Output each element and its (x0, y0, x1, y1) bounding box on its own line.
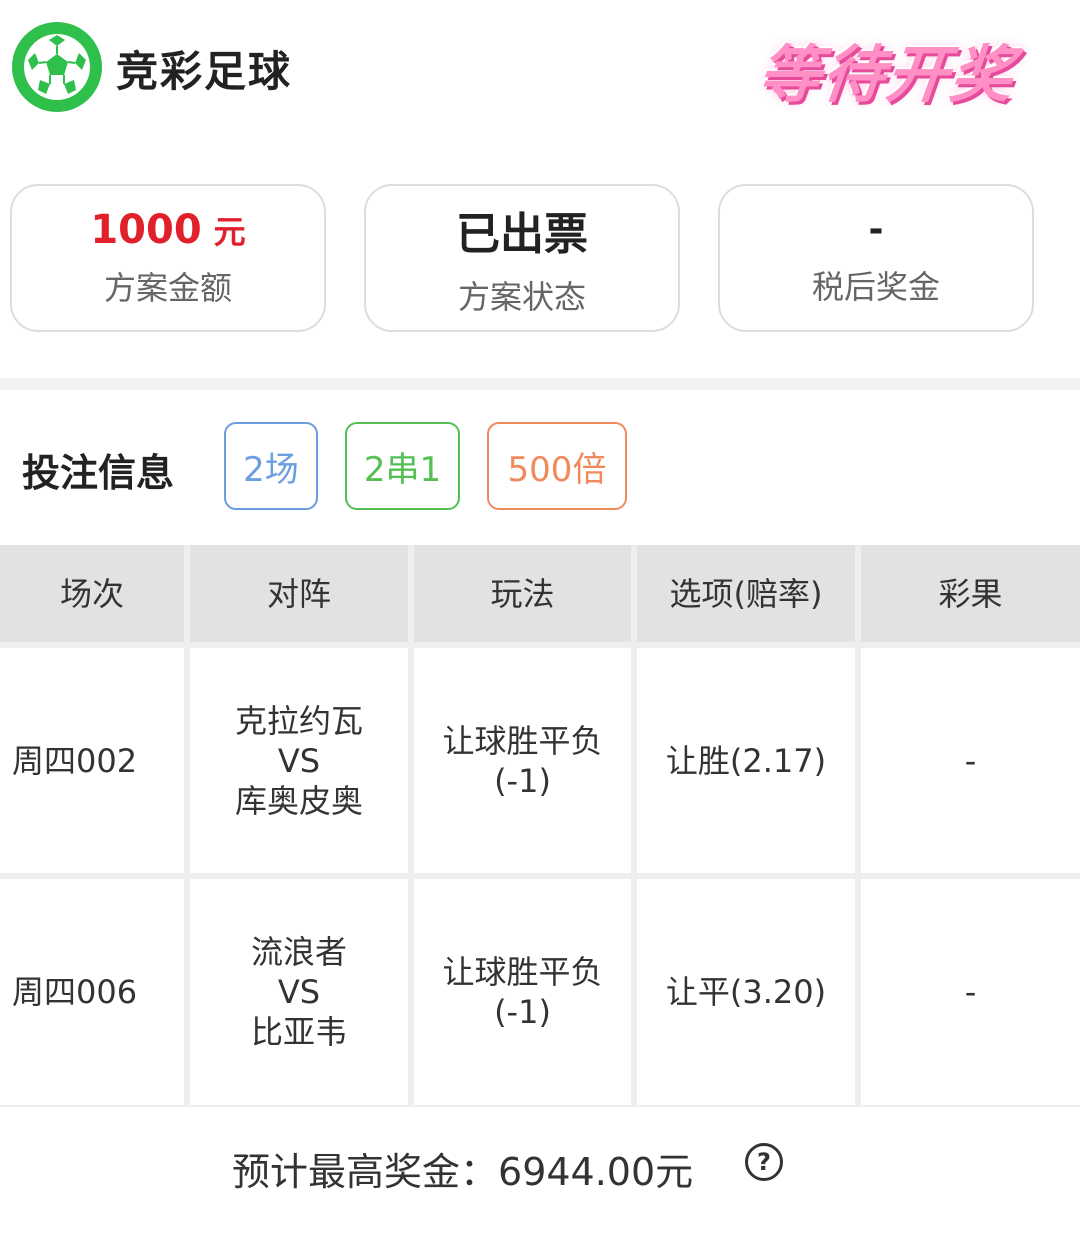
section-divider (0, 378, 1080, 390)
vs-label: VS (277, 973, 321, 1011)
table-row-result: - (861, 648, 1080, 873)
bet-table: 场次 对阵 玩法 选项(赔率) 彩果 周四002 克拉约瓦 VS 库奥皮奥 让球… (0, 545, 1080, 1105)
handicap: (-1) (494, 993, 551, 1031)
header-option: 选项(赔率) (637, 545, 855, 642)
max-prize-label: 预计最高奖金： (232, 1150, 499, 1194)
amount-unit: 元 (213, 213, 246, 251)
amount-number: 1000 (90, 207, 202, 253)
header-result: 彩果 (861, 545, 1080, 642)
prize-card: - 税后奖金 (718, 184, 1034, 332)
prize-value: - (868, 209, 884, 250)
bet-info-section: 投注信息 2场 2串1 500倍 (0, 420, 1080, 510)
table-row-matchup: 克拉约瓦 VS 库奥皮奥 (190, 648, 408, 873)
bet-info-title: 投注信息 (22, 451, 175, 495)
header: 竞彩足球 等待开奖 (0, 0, 1080, 140)
status-stamp: 等待开奖 (754, 38, 1019, 111)
max-prize: 预计最高奖金： 6944.00元 (232, 1141, 693, 1196)
table-row-match-no: 周四006 (0, 879, 184, 1105)
vs-label: VS (277, 741, 321, 780)
table-row-result: - (861, 879, 1080, 1105)
home-team: 克拉约瓦 (234, 701, 363, 740)
matches-tag: 2场 (224, 422, 318, 510)
prize-label: 税后奖金 (811, 268, 940, 306)
help-icon[interactable]: ? (745, 1143, 783, 1181)
away-team: 库奥皮奥 (234, 781, 363, 820)
table-row-option: 让平(3.20) (637, 879, 855, 1105)
header-matchup: 对阵 (190, 545, 408, 642)
handicap: (-1) (494, 761, 551, 800)
status-card: 已出票 方案状态 (364, 184, 680, 332)
soccer-ball-icon (12, 22, 102, 112)
table-row-option: 让胜(2.17) (637, 648, 855, 873)
amount-value: 1000 元 (90, 207, 245, 253)
summary-cards: 1000 元 方案金额 已出票 方案状态 - 税后奖金 (0, 184, 1080, 332)
table-row-play: 让球胜平负 (-1) (414, 879, 631, 1105)
max-prize-amount: 6944.00元 (498, 1150, 694, 1194)
table-row-matchup: 流浪者 VS 比亚韦 (190, 879, 408, 1105)
home-team: 流浪者 (250, 933, 347, 971)
amount-label: 方案金额 (103, 269, 232, 307)
app-title: 竞彩足球 (116, 47, 293, 96)
table-row-play: 让球胜平负 (-1) (414, 648, 631, 873)
amount-card: 1000 元 方案金额 (10, 184, 326, 332)
multiple-tag: 500倍 (487, 422, 627, 510)
header-match-no: 场次 (0, 545, 184, 642)
footer: 预计最高奖金： 6944.00元 ? (0, 1105, 1080, 1235)
play-type: 让球胜平负 (442, 953, 603, 991)
table-row-match-no: 周四002 (0, 648, 184, 873)
status-value: 已出票 (456, 209, 588, 260)
status-label: 方案状态 (457, 278, 586, 316)
play-type: 让球胜平负 (442, 721, 603, 760)
header-play: 玩法 (414, 545, 631, 642)
combo-tag: 2串1 (345, 422, 460, 510)
away-team: 比亚韦 (250, 1013, 347, 1051)
